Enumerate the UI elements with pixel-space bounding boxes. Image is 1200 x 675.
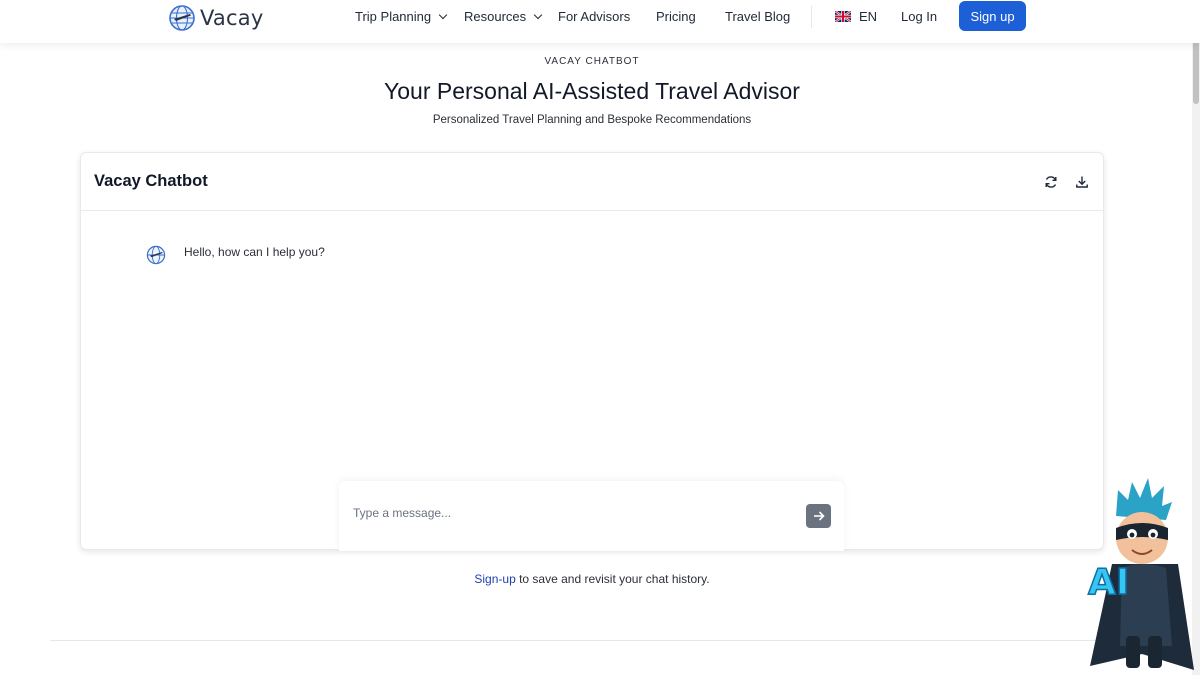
language-code: EN (859, 9, 878, 24)
nav-divider (811, 6, 812, 28)
mascot-ai-letters: AI (1088, 562, 1129, 603)
nav-label: For Advisors (558, 9, 631, 24)
brand-logo[interactable]: Vacay (168, 4, 263, 32)
nav-label: Travel Blog (725, 9, 791, 24)
ai-mascot-character[interactable]: AI (1082, 476, 1200, 675)
nav-label: Trip Planning (355, 9, 432, 24)
signup-label: Sign up (970, 8, 1015, 24)
nav-label: Resources (464, 9, 527, 24)
chevron-down-icon (438, 10, 448, 19)
nav-resources[interactable]: Resources (464, 9, 543, 24)
brand-name: Vacay (200, 6, 264, 30)
message-input[interactable] (353, 501, 793, 525)
chat-message-bot: Hello, how can I help you? (146, 243, 325, 265)
arrow-right-icon (813, 511, 825, 521)
nav-pricing[interactable]: Pricing (656, 9, 696, 24)
refresh-icon[interactable] (1043, 174, 1059, 190)
chatbot-header: Vacay Chatbot (81, 153, 1103, 211)
bot-avatar-icon (146, 245, 166, 265)
globe-plane-icon (169, 5, 195, 31)
language-selector[interactable]: EN (835, 9, 877, 24)
message-text: Hello, how can I help you? (184, 245, 325, 259)
section-eyebrow: VACAY CHATBOT (544, 56, 640, 67)
uk-flag-icon (835, 11, 851, 22)
nav-label: Pricing (656, 9, 696, 24)
message-composer (339, 481, 844, 551)
chatbot-panel: Vacay Chatbot Hello, how can I help you? (80, 152, 1104, 551)
nav-travel-blog[interactable]: Travel Blog (725, 9, 790, 24)
section-divider (50, 640, 1140, 641)
signup-hint-text: to save and revisit your chat history. (515, 572, 710, 586)
signup-hint: Sign-up to save and revisit your chat hi… (0, 572, 1184, 586)
top-navbar: Vacay Trip Planning Resources For Adviso… (0, 0, 1200, 43)
login-label: Log In (901, 9, 938, 24)
chatbot-title: Vacay Chatbot (94, 172, 208, 190)
page-subtitle: Personalized Travel Planning and Bespoke… (432, 114, 752, 126)
page-title: Your Personal AI-Assisted Travel Advisor (384, 78, 800, 104)
send-button[interactable] (806, 504, 831, 528)
download-icon[interactable] (1074, 174, 1090, 190)
signup-link[interactable]: Sign-up (474, 572, 515, 586)
nav-for-advisors[interactable]: For Advisors (558, 9, 630, 24)
nav-trip-planning[interactable]: Trip Planning (355, 9, 448, 24)
login-link[interactable]: Log In (901, 9, 937, 24)
chevron-down-icon (533, 10, 543, 19)
signup-button[interactable]: Sign up (959, 1, 1026, 31)
